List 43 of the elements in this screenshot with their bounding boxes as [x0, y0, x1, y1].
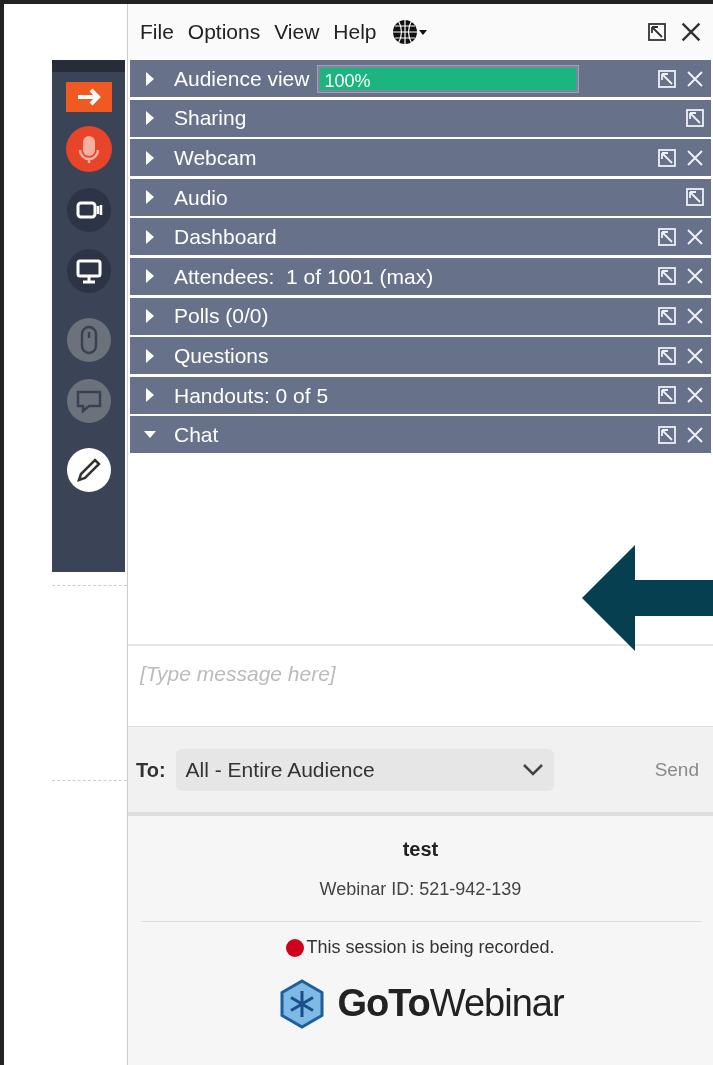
panel-header[interactable]: Sharing — [130, 99, 711, 137]
camera-icon[interactable] — [64, 186, 113, 234]
mouse-icon[interactable] — [64, 316, 113, 364]
panel-title: Sharing — [174, 105, 247, 132]
panel-title: Questions — [174, 342, 269, 369]
panel-title: Audience view — [174, 65, 310, 92]
menu-item[interactable]: Help — [333, 16, 377, 48]
panel-header[interactable]: Audio — [130, 178, 711, 216]
webinar-title: test — [402, 837, 439, 863]
caret-right-icon — [144, 111, 156, 126]
monitor-icon[interactable] — [64, 247, 113, 295]
panel-title: Polls (0/0) — [174, 303, 269, 330]
recipient-dropdown[interactable]: All - Entire Audience — [175, 748, 554, 791]
caret-right-icon — [144, 229, 156, 244]
panel-title: Handouts: 0 of 5 — [174, 382, 329, 409]
caret-right-icon — [144, 190, 156, 205]
chevron-down-icon — [521, 762, 544, 777]
chat-bubble-icon[interactable] — [64, 377, 113, 425]
message-field[interactable]: [Type message here] — [140, 658, 701, 690]
panel-title: Dashboard — [174, 224, 277, 251]
caret-right-icon — [144, 309, 156, 324]
panel-title: Attendees: 1 of 1001 (max) — [174, 263, 434, 290]
microphone-icon[interactable] — [64, 125, 113, 173]
to-label: To: — [136, 757, 166, 783]
popout-icon[interactable] — [647, 22, 667, 42]
panel-title: Chat — [174, 422, 219, 449]
caret-right-icon — [144, 269, 156, 284]
caret-right-icon — [144, 348, 156, 363]
menu-item[interactable]: View — [274, 16, 320, 48]
panel-title: Webcam — [174, 144, 257, 171]
caret-right-icon — [144, 388, 156, 403]
globe-icon[interactable] — [390, 17, 427, 47]
recording-notice: This session is being recorded. — [306, 936, 555, 960]
caret-right-icon — [144, 71, 156, 86]
meter-reading: 100% — [324, 69, 371, 93]
panel-title: Audio — [174, 184, 228, 211]
pencil-icon[interactable] — [64, 446, 113, 494]
menu-item[interactable]: File — [140, 16, 174, 48]
caret-right-icon — [144, 150, 156, 165]
menu-item[interactable]: Options — [187, 16, 261, 48]
product-logo: GoToWebinar — [337, 981, 564, 1027]
close-icon[interactable] — [679, 20, 703, 44]
webinar-id: Webinar ID: 521-942-139 — [319, 878, 522, 902]
